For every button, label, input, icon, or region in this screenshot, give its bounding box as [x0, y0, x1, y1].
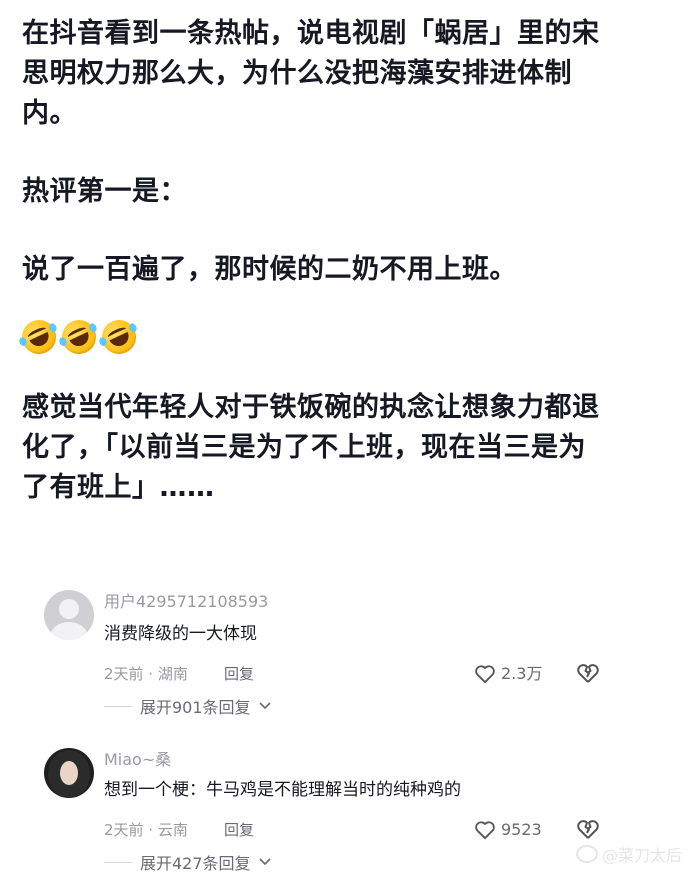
like-count: 9523	[501, 820, 542, 839]
comment-meta: 2天前 · 云南 回复 9523	[104, 818, 654, 842]
divider	[104, 705, 132, 707]
rofl-emoji-icon	[16, 314, 62, 360]
chevron-down-icon	[258, 702, 271, 710]
post-paragraph-2: 热评第一是：	[22, 176, 187, 207]
broken-heart-icon	[577, 820, 599, 839]
post-paragraph-4-line-3: 了有班上」……	[22, 472, 215, 503]
comment-username[interactable]: 用户4295712108593	[104, 592, 654, 612]
comment-meta: 2天前 · 湖南 回复 2.3万	[104, 662, 654, 686]
post-paragraph-3: 说了一百遍了，那时候的二奶不用上班。	[22, 254, 517, 285]
post-content: 在抖音看到一条热帖，说电视剧「蜗居」里的宋 思明权力那么大，为什么没把海藻安排进…	[16, 14, 672, 508]
post-paragraph-1-line-1: 在抖音看到一条热帖，说电视剧「蜗居」里的宋	[22, 18, 600, 49]
comment-text: 消费降级的一大体现	[104, 624, 257, 644]
post-paragraph-1-line-3: 内。	[22, 98, 77, 129]
comment-time-location: 2天前 · 云南	[104, 821, 188, 839]
avatar[interactable]	[44, 590, 94, 640]
like-button[interactable]: 9523	[474, 818, 542, 842]
watermark: @菜刀太后	[575, 842, 682, 866]
post-paragraph-4-line-2: 化了，「以前当三是为了不上班，现在当三是为	[22, 432, 586, 463]
chevron-down-icon	[258, 858, 271, 866]
expand-replies-button[interactable]: 展开427条回复	[104, 850, 271, 874]
comment-username[interactable]: Miao~桑	[104, 750, 654, 770]
reply-button[interactable]: 回复	[224, 818, 254, 842]
rofl-emoji-icon	[56, 314, 102, 360]
expand-replies-button[interactable]: 展开901条回复	[104, 694, 271, 718]
comment-text: 想到一个梗：牛马鸡是不能理解当时的纯种鸡的	[104, 780, 461, 800]
rofl-emoji-icon	[96, 314, 142, 360]
emoji-row	[16, 314, 672, 360]
heart-icon	[475, 821, 495, 840]
like-button[interactable]: 2.3万	[474, 662, 542, 686]
weibo-logo-icon	[575, 845, 598, 863]
dislike-button[interactable]	[576, 662, 600, 691]
watermark-text: @菜刀太后	[601, 846, 682, 865]
post-paragraph-1-line-2: 思明权力那么大，为什么没把海藻安排进体制	[22, 58, 572, 89]
broken-heart-icon	[577, 664, 599, 683]
expand-replies-label: 展开427条回复	[140, 854, 251, 873]
divider	[104, 861, 132, 863]
like-count: 2.3万	[501, 664, 543, 683]
avatar[interactable]	[44, 748, 94, 798]
post-paragraph-4-line-1: 感觉当代年轻人对于铁饭碗的执念让想象力都退	[22, 392, 600, 423]
heart-icon	[475, 665, 495, 684]
reply-button[interactable]: 回复	[224, 662, 254, 686]
expand-replies-label: 展开901条回复	[140, 698, 251, 717]
comment-time-location: 2天前 · 湖南	[104, 665, 188, 683]
